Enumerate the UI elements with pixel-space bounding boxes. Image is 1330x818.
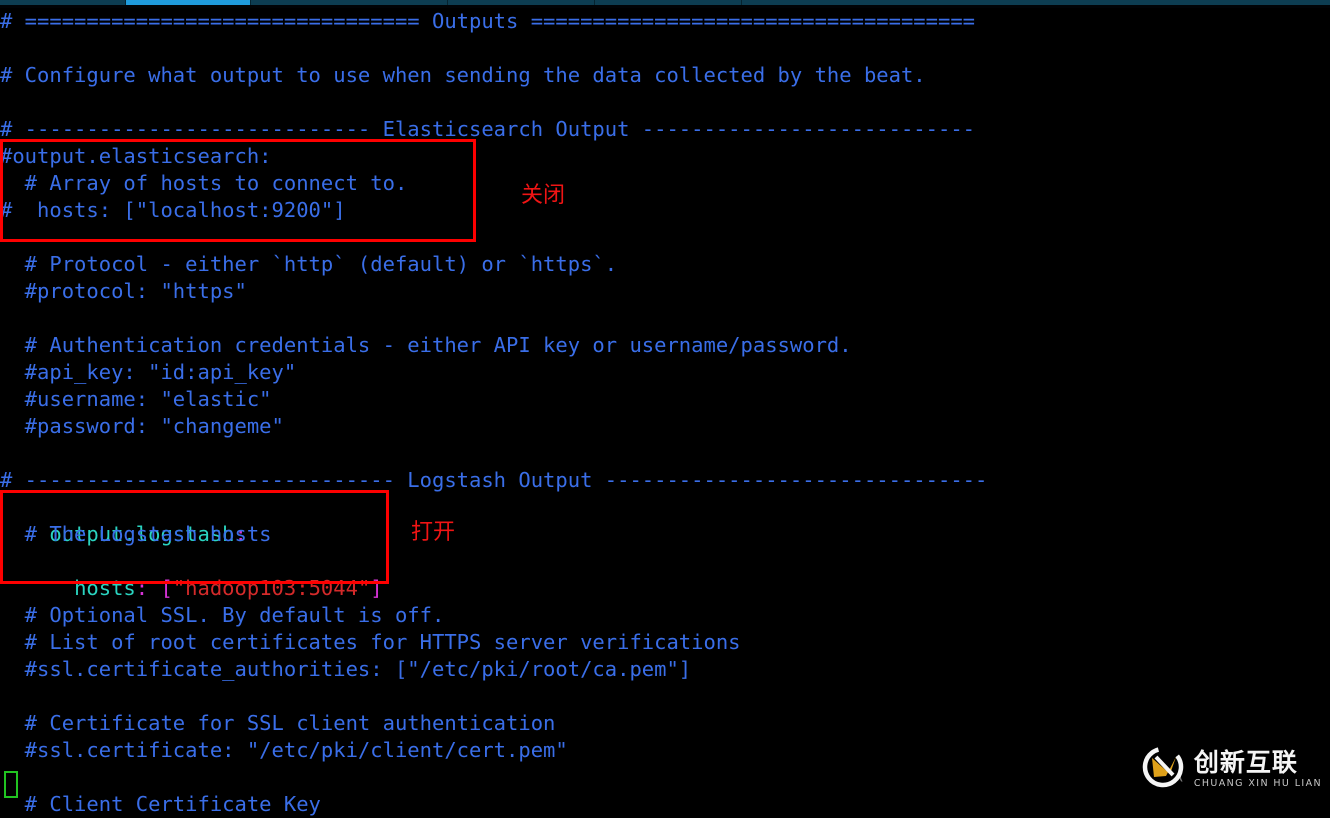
editor-line-6: # Array of hosts to connect to. — [0, 171, 408, 195]
hosts-colon: : — [135, 576, 161, 600]
hosts-open-bracket: [ — [160, 576, 173, 600]
editor-line-19: # List of root certificates for HTTPS se… — [0, 630, 741, 654]
logstash-hosts-line[interactable]: hosts: ["hadoop103:5044"] — [0, 548, 383, 600]
editor-line-20: #ssl.certificate_authorities: ["/etc/pki… — [0, 657, 692, 681]
editor-line-12: # Authentication credentials - either AP… — [0, 333, 852, 357]
hosts-key: hosts — [74, 576, 136, 600]
brand-name-cn: 创新互联 — [1193, 747, 1298, 777]
editor-line-2: # Configure what output to use when send… — [0, 63, 926, 87]
editor-line-10: #protocol: "https" — [0, 279, 247, 303]
editor-line-9: # Protocol - either `http` (default) or … — [0, 252, 618, 276]
brand-logo-icon — [1140, 744, 1186, 794]
annotation-label-elasticsearch-disabled: 关闭 — [521, 183, 566, 208]
text-cursor — [4, 771, 18, 798]
annotation-label-logstash-enabled: 打开 — [411, 520, 456, 545]
editor-line-18: # Optional SSL. By default is off. — [0, 603, 445, 627]
editor-line-23: #ssl.certificate: "/etc/pki/client/cert.… — [0, 738, 568, 762]
editor-line-22: # Certificate for SSL client authenticat… — [0, 711, 556, 735]
hosts-quote-open: " — [172, 576, 186, 600]
logstash-output-key-line[interactable]: output.logstash: — [0, 494, 246, 546]
editor-line-5: #output.elasticsearch: — [0, 144, 272, 168]
terminal-viewport[interactable]: # ================================ Outpu… — [0, 8, 1330, 816]
hosts-indent — [49, 576, 74, 600]
watermark: 创新互联 CHUANG XIN HU LIAN — [1140, 744, 1322, 794]
editor-line-17: # ------------------------------ Logstas… — [0, 468, 988, 492]
editor-line-4: # ---------------------------- Elasticse… — [0, 117, 976, 141]
editor-line-0: # ================================ Outpu… — [0, 9, 976, 33]
brand-name-pinyin: CHUANG XIN HU LIAN — [1193, 777, 1322, 789]
editor-line-25: # Client Certificate Key — [0, 792, 321, 816]
editor-line-13: #api_key: "id:api_key" — [0, 360, 297, 384]
hosts-value: hadoop103:5044 — [185, 576, 358, 600]
editor-line-15: #password: "changeme" — [0, 414, 284, 438]
editor-line-14: #username: "elastic" — [0, 387, 272, 411]
hosts-close-bracket: ] — [370, 576, 383, 600]
editor-line-7: # hosts: ["localhost:9200"] — [0, 198, 346, 222]
logstash-hosts-comment-line: # The Logstash hosts — [0, 522, 272, 546]
hosts-quote-close: " — [357, 576, 371, 600]
